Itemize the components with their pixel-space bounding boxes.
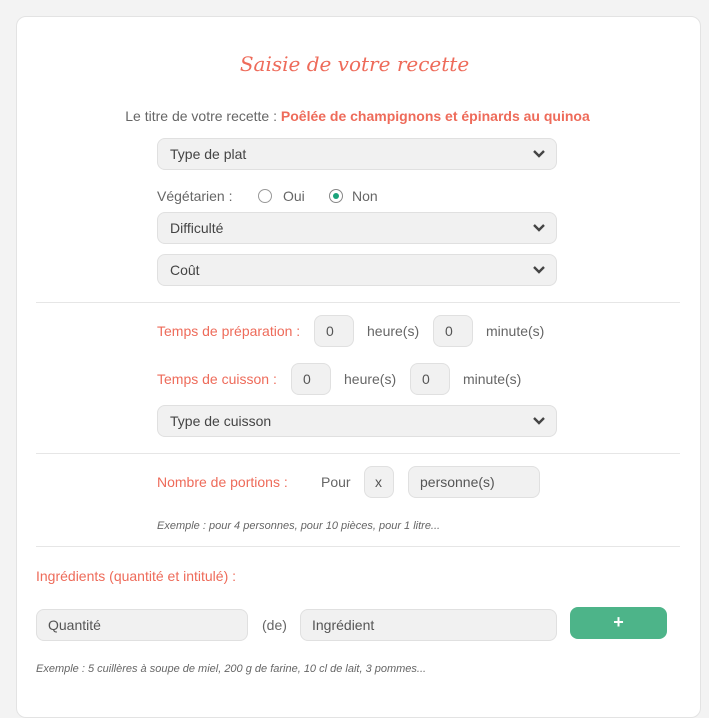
cost-select-value: Coût: [170, 262, 200, 278]
vegetarian-yes-radio[interactable]: [258, 189, 272, 203]
cook-minutes-input[interactable]: 0: [410, 363, 450, 395]
portions-label: Nombre de portions :: [157, 474, 288, 490]
prep-minutes-unit: minute(s): [486, 323, 545, 339]
chevron-down-icon: [533, 417, 545, 425]
vegetarian-label: Végétarien :: [157, 188, 233, 204]
chevron-down-icon: [533, 150, 545, 158]
cook-time-label: Temps de cuisson :: [157, 371, 277, 387]
prep-time-label: Temps de préparation :: [157, 323, 301, 339]
add-ingredient-button[interactable]: +: [570, 607, 667, 639]
vegetarian-yes-label: Oui: [283, 188, 305, 204]
recipe-title-line: Le titre de votre recette : Poêlée de ch…: [0, 108, 709, 124]
recipe-title-value: Poêlée de champignons et épinards au qui…: [280, 108, 590, 124]
section-divider: [36, 546, 680, 547]
cook-minutes-unit: minute(s): [463, 371, 522, 387]
vegetarian-no-label: Non: [352, 188, 378, 204]
cook-hours-input[interactable]: 0: [291, 363, 331, 395]
prep-minutes-input[interactable]: 0: [433, 315, 473, 347]
ingredients-example-hint: Exemple : 5 cuillères à soupe de miel, 2…: [36, 663, 427, 675]
dish-type-select[interactable]: Type de plat: [157, 138, 557, 170]
portions-count-input[interactable]: x: [364, 466, 394, 498]
chevron-down-icon: [533, 224, 545, 232]
cooking-type-select[interactable]: Type de cuisson: [157, 405, 557, 437]
cooking-type-select-value: Type de cuisson: [170, 413, 272, 429]
cook-hours-unit: heure(s): [344, 371, 397, 387]
ingredients-label: Ingrédients (quantité et intitulé) :: [36, 568, 237, 584]
portions-unit-input[interactable]: personne(s): [408, 466, 540, 498]
section-divider: [36, 453, 680, 454]
plus-icon: +: [613, 612, 624, 632]
difficulty-select[interactable]: Difficulté: [157, 212, 557, 244]
prep-hours-input[interactable]: 0: [314, 315, 354, 347]
ingredient-of-label: (de): [262, 617, 287, 633]
cost-select[interactable]: Coût: [157, 254, 557, 286]
form-title: Saisie de votre recette: [239, 52, 470, 76]
vegetarian-no-radio[interactable]: [329, 189, 343, 203]
section-divider: [36, 302, 680, 303]
difficulty-select-value: Difficulté: [170, 220, 224, 236]
chevron-down-icon: [533, 266, 545, 274]
dish-type-select-value: Type de plat: [170, 146, 247, 162]
ingredient-quantity-input[interactable]: Quantité: [36, 609, 248, 641]
portions-example-hint: Exemple : pour 4 personnes, pour 10 pièc…: [157, 520, 441, 532]
recipe-title-label: Le titre de votre recette :: [125, 108, 277, 124]
prep-hours-unit: heure(s): [367, 323, 420, 339]
portions-prefix: Pour: [321, 474, 351, 490]
ingredient-name-input[interactable]: Ingrédient: [300, 609, 557, 641]
